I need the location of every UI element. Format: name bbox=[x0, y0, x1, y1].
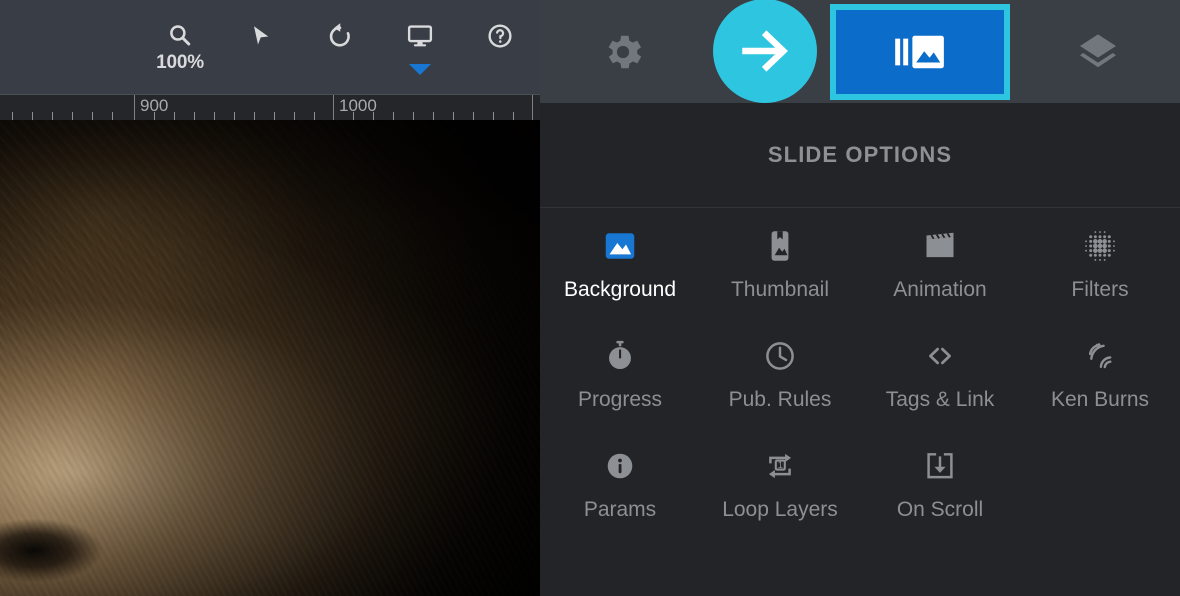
option-ken-burns[interactable]: Ken Burns bbox=[1020, 336, 1180, 446]
ruler-minor-tick bbox=[294, 112, 295, 120]
layers-button[interactable] bbox=[1015, 0, 1180, 103]
magnifier-icon bbox=[170, 25, 191, 46]
download-box-icon bbox=[922, 446, 958, 486]
undo-tool[interactable] bbox=[300, 21, 380, 51]
ruler-minor-tick bbox=[32, 112, 33, 120]
ruler-minor-tick bbox=[194, 112, 195, 120]
ruler-minor-tick bbox=[393, 112, 394, 120]
ruler-label: 1000 bbox=[339, 96, 377, 115]
option-label: Thumbnail bbox=[730, 278, 830, 301]
ruler-minor-tick bbox=[72, 112, 73, 120]
ruler-minor-tick bbox=[314, 112, 315, 120]
ruler-minor-tick bbox=[453, 112, 454, 120]
ruler-minor-tick bbox=[513, 112, 514, 120]
ruler-minor-tick bbox=[92, 112, 93, 120]
option-thumbnail[interactable]: Thumbnail bbox=[700, 226, 860, 336]
loop-one-icon: 1 bbox=[762, 446, 798, 486]
option-label: On Scroll bbox=[896, 498, 984, 521]
ruler-label: 900 bbox=[140, 96, 169, 115]
arrow-right-icon bbox=[742, 29, 788, 72]
app-root: 100% 900 1000 SLIDE OPTIONS Background T… bbox=[0, 0, 1180, 596]
option-progress[interactable]: Progress bbox=[540, 336, 700, 446]
slide-options-grid: Background Thumbnail Animation Filters Progr… bbox=[540, 208, 1180, 596]
option-label: Background bbox=[563, 278, 677, 301]
option-label: Filters bbox=[1071, 278, 1129, 301]
option-label: Params bbox=[583, 498, 657, 521]
ruler-minor-tick bbox=[274, 112, 275, 120]
clock-icon bbox=[762, 336, 798, 376]
slides-image-icon bbox=[895, 35, 944, 68]
ruler-minor-tick bbox=[473, 112, 474, 120]
dot-grid-icon bbox=[1082, 226, 1118, 266]
slide-toolbar bbox=[540, 0, 1180, 103]
motion-waves-icon bbox=[1082, 336, 1118, 376]
ruler-minor-tick bbox=[12, 112, 13, 120]
option-label: Loop Layers bbox=[722, 498, 838, 521]
ruler-minor-tick bbox=[214, 112, 215, 120]
panel-title: SLIDE OPTIONS bbox=[540, 103, 1180, 208]
cursor-arrow-icon bbox=[254, 26, 269, 45]
clapperboard-icon bbox=[922, 226, 958, 266]
chevron-down-icon bbox=[409, 64, 431, 75]
stopwatch-icon bbox=[602, 336, 638, 376]
ruler-minor-tick bbox=[254, 112, 255, 120]
options-column: SLIDE OPTIONS Background Thumbnail Animati… bbox=[540, 0, 1180, 596]
ruler-minor-tick bbox=[433, 112, 434, 120]
ruler-minor-tick bbox=[413, 112, 414, 120]
slide-background-preview[interactable] bbox=[0, 120, 540, 596]
slides-button-face bbox=[830, 3, 1010, 100]
option-background[interactable]: Background bbox=[540, 226, 700, 336]
option-label: Tags & Link bbox=[885, 388, 995, 411]
option-animation[interactable]: Animation bbox=[860, 226, 1020, 336]
zoom-tool[interactable]: 100% bbox=[140, 21, 220, 74]
ruler-minor-tick bbox=[493, 112, 494, 120]
monitor-icon bbox=[407, 25, 433, 47]
option-pub-rules[interactable]: Pub. Rules bbox=[700, 336, 860, 446]
option-params[interactable]: Params bbox=[540, 446, 700, 556]
ruler-minor-tick bbox=[52, 112, 53, 120]
help-tool[interactable] bbox=[460, 21, 540, 51]
image-icon bbox=[602, 226, 638, 266]
layers-icon bbox=[1079, 33, 1116, 67]
info-circle-icon bbox=[602, 446, 638, 486]
preview-device-tool[interactable] bbox=[380, 21, 460, 75]
option-label: Pub. Rules bbox=[728, 388, 832, 411]
undo-rotate-icon bbox=[329, 23, 350, 47]
canvas-column: 100% 900 1000 bbox=[0, 0, 540, 596]
option-loop-layers[interactable]: 1 Loop Layers bbox=[700, 446, 860, 556]
next-slide-circle bbox=[713, 0, 817, 103]
bookmark-image-icon bbox=[762, 226, 798, 266]
option-on-scroll[interactable]: On Scroll bbox=[860, 446, 1020, 556]
ruler-major-tick bbox=[532, 95, 533, 120]
gear-icon bbox=[608, 35, 641, 68]
option-tags-link[interactable]: Tags & Link bbox=[860, 336, 1020, 446]
option-filters[interactable]: Filters bbox=[1020, 226, 1180, 336]
slides-button[interactable] bbox=[825, 0, 1015, 103]
code-brackets-icon bbox=[922, 336, 958, 376]
canvas-toolbar: 100% bbox=[0, 0, 540, 94]
option-label: Ken Burns bbox=[1050, 388, 1150, 411]
ruler-minor-tick bbox=[112, 112, 113, 120]
ruler-minor-tick bbox=[174, 112, 175, 120]
fur-photograph bbox=[0, 120, 540, 596]
option-label: Progress bbox=[577, 388, 663, 411]
svg-text:1: 1 bbox=[778, 460, 783, 470]
ruler-minor-tick bbox=[234, 112, 235, 120]
next-slide-button[interactable] bbox=[705, 0, 825, 103]
horizontal-ruler[interactable]: 900 1000 bbox=[0, 94, 540, 120]
option-label: Animation bbox=[893, 278, 987, 301]
select-tool[interactable] bbox=[220, 21, 300, 51]
help-circle-icon bbox=[488, 24, 512, 48]
settings-button[interactable] bbox=[540, 0, 705, 103]
zoom-level-label: 100% bbox=[156, 52, 204, 73]
